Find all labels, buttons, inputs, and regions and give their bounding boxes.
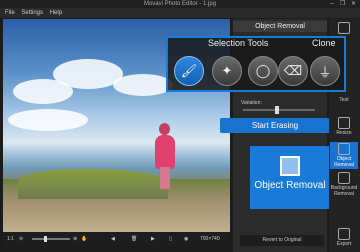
- object-removal-big-button[interactable]: Object Removal: [250, 146, 330, 209]
- eraser-icon: ⌫: [283, 63, 303, 78]
- tool-text[interactable]: Text: [330, 97, 358, 103]
- title-bar: Movavi Photo Editor - 1.jpg ─ ❐ ✕: [0, 0, 360, 8]
- brush-icon: 🖌: [180, 63, 198, 78]
- next-icon[interactable]: ▶: [151, 232, 155, 246]
- object-removal-tool-icon: [338, 143, 350, 155]
- zoom-slider[interactable]: [32, 236, 70, 242]
- tool-object-removal[interactable]: Object Removal: [330, 142, 358, 169]
- tool-background-removal[interactable]: Background Removal: [330, 172, 358, 197]
- eye-icon[interactable]: ◉: [184, 232, 188, 246]
- tool-resize-label: Resize: [336, 130, 352, 136]
- selection-tools-label: Selection Tools: [208, 38, 269, 48]
- window-controls[interactable]: ─ ❐ ✕: [330, 0, 358, 8]
- zoom-in-icon[interactable]: ⊕: [73, 232, 77, 246]
- zoom-label[interactable]: 1:1: [7, 232, 14, 246]
- prev-icon[interactable]: ◀: [111, 232, 115, 246]
- selection-tools-popup: Selection Tools Clone 🖌 ✦ ◯ ⌫ ⏚: [166, 36, 346, 92]
- variation-slider[interactable]: [243, 106, 315, 114]
- panel-title: Object Removal: [233, 21, 327, 32]
- tool-background-removal-label: Background Removal: [330, 185, 358, 197]
- export-icon: [338, 228, 350, 240]
- object-removal-big-label: Object Removal: [254, 180, 326, 191]
- resize-icon: [338, 117, 350, 129]
- clone-stamp-icon: ⏚: [318, 64, 332, 80]
- menu-settings[interactable]: Settings: [21, 10, 43, 16]
- magic-wand-tool-button[interactable]: ✦: [212, 56, 242, 86]
- lasso-icon: ◯: [255, 63, 271, 78]
- start-erasing-button[interactable]: Start Erasing: [220, 118, 330, 133]
- bottom-toolbar: 1:1 ⊖ ⊕ ✋ ◀ 🗑 ▶ ▯ ◉ 700×740: [3, 232, 230, 246]
- lasso-tool-button[interactable]: ◯: [248, 56, 278, 86]
- eraser-tool-button[interactable]: ⌫: [278, 56, 308, 86]
- menu-file[interactable]: File: [5, 10, 15, 16]
- window-title: Movavi Photo Editor - 1.jpg: [143, 1, 217, 7]
- menu-bar: File Settings Help: [0, 8, 360, 18]
- object-removal-icon: [280, 156, 300, 176]
- magic-wand-icon: ✦: [221, 63, 233, 78]
- tool-export-label: Export: [336, 241, 352, 247]
- tool-object-removal-label: Object Removal: [334, 156, 354, 168]
- clone-label: Clone: [312, 38, 336, 48]
- tool-resize[interactable]: Resize: [330, 117, 358, 136]
- compare-icon[interactable]: ▯: [169, 232, 172, 246]
- tool-export[interactable]: Export: [330, 228, 358, 247]
- zoom-out-icon[interactable]: ⊖: [19, 232, 23, 246]
- person-in-photo: [153, 119, 177, 191]
- hand-icon[interactable]: ✋: [81, 232, 87, 246]
- delete-icon[interactable]: 🗑: [131, 232, 137, 246]
- variation-label: Variation:: [241, 100, 262, 106]
- menu-help[interactable]: Help: [50, 10, 62, 16]
- menu-icon[interactable]: [330, 22, 358, 35]
- tool-text-label: Text: [339, 97, 349, 103]
- revert-to-original-button[interactable]: Revert to Original: [240, 235, 324, 246]
- brush-tool-button[interactable]: 🖌: [174, 56, 204, 86]
- background-removal-icon: [338, 172, 350, 184]
- image-dimensions: 700×740: [200, 236, 220, 242]
- clone-stamp-tool-button[interactable]: ⏚: [310, 56, 340, 86]
